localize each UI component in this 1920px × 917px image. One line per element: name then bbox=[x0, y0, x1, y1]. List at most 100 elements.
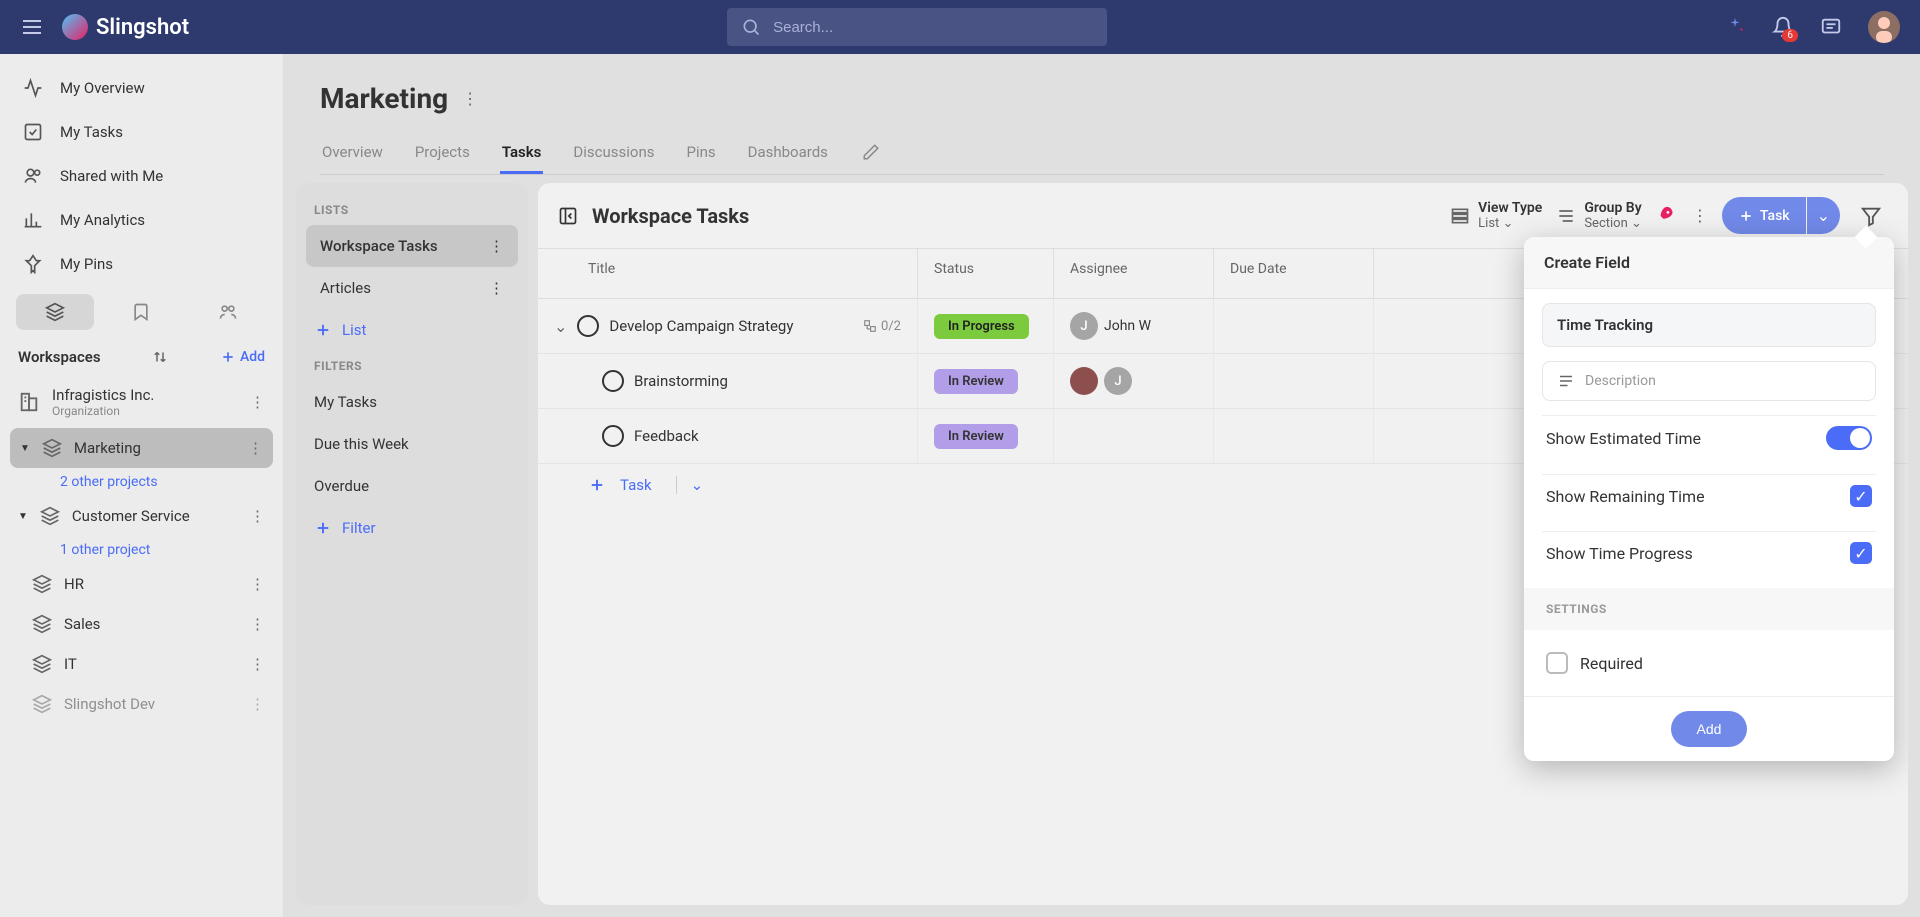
sidebar-view-toggle bbox=[0, 286, 283, 338]
pin-icon bbox=[22, 253, 44, 275]
sparkle-icon[interactable] bbox=[1724, 16, 1746, 38]
filter-due-this-week[interactable]: Due this Week bbox=[296, 423, 528, 465]
chevron-down-icon[interactable]: ⌄ bbox=[676, 476, 704, 494]
nav-pins[interactable]: My Pins bbox=[0, 242, 283, 286]
more-icon[interactable]: ⋮ bbox=[250, 393, 265, 411]
more-icon[interactable]: ⋮ bbox=[250, 507, 265, 525]
more-icon[interactable]: ⋮ bbox=[250, 655, 265, 673]
group-icon bbox=[1556, 206, 1576, 226]
checkbox-required[interactable] bbox=[1546, 652, 1568, 674]
chevron-down-icon: ⌄ bbox=[1503, 216, 1514, 231]
more-icon[interactable]: ⋮ bbox=[489, 279, 504, 297]
tab-discussions[interactable]: Discussions bbox=[571, 133, 656, 174]
sidebar: My Overview My Tasks Shared with Me My A… bbox=[0, 54, 284, 917]
ws-name: Customer Service bbox=[72, 507, 190, 525]
more-icon[interactable]: ⋮ bbox=[1692, 206, 1708, 225]
ws-name: HR bbox=[64, 575, 84, 593]
toggle-estimated[interactable] bbox=[1826, 426, 1872, 450]
ws-other-projects[interactable]: 1 other project bbox=[0, 536, 283, 564]
assignee[interactable]: J John W bbox=[1070, 312, 1151, 340]
assignee[interactable]: J bbox=[1070, 367, 1132, 395]
task-status-circle[interactable] bbox=[577, 315, 599, 337]
task-status-circle[interactable] bbox=[602, 370, 624, 392]
more-icon[interactable]: ⋮ bbox=[250, 695, 265, 713]
edit-tabs-icon[interactable] bbox=[858, 133, 884, 174]
workspace-org[interactable]: Infragistics Inc. Organization ⋮ bbox=[0, 376, 283, 428]
search-box[interactable] bbox=[727, 8, 1107, 46]
add-list-button[interactable]: List bbox=[296, 309, 528, 351]
layers-icon bbox=[32, 654, 52, 674]
workspace-customer-service[interactable]: ▼ Customer Service ⋮ bbox=[0, 496, 283, 536]
tab-dashboards[interactable]: Dashboards bbox=[746, 133, 830, 174]
col-title[interactable]: Title bbox=[538, 249, 918, 298]
caret-down-icon[interactable]: ▼ bbox=[20, 443, 30, 454]
filter-my-tasks[interactable]: My Tasks bbox=[296, 381, 528, 423]
list-workspace-tasks[interactable]: Workspace Tasks ⋮ bbox=[306, 225, 518, 267]
text-icon bbox=[1557, 372, 1575, 390]
col-assignee[interactable]: Assignee bbox=[1054, 249, 1214, 298]
view-bookmark-button[interactable] bbox=[102, 294, 180, 330]
task-name: Feedback bbox=[634, 427, 699, 445]
notifications-button[interactable]: 6 bbox=[1772, 16, 1794, 38]
ws-name: IT bbox=[64, 655, 77, 673]
chat-icon[interactable] bbox=[1820, 16, 1842, 38]
topbar: Slingshot 6 bbox=[0, 0, 1920, 54]
filter-icon[interactable] bbox=[1854, 199, 1888, 233]
checkbox-remaining[interactable]: ✓ bbox=[1850, 485, 1872, 507]
nav-shared[interactable]: Shared with Me bbox=[0, 154, 283, 198]
hamburger-icon[interactable] bbox=[20, 15, 44, 39]
add-field-button[interactable]: Add bbox=[1671, 711, 1748, 747]
status-pill[interactable]: In Progress bbox=[934, 314, 1029, 339]
view-people-button[interactable] bbox=[189, 294, 267, 330]
group-by-control[interactable]: Group By Section ⌄ bbox=[1556, 200, 1642, 231]
task-name: Develop Campaign Strategy bbox=[609, 317, 793, 335]
chevron-down-icon[interactable]: ⌄ bbox=[554, 317, 567, 336]
tab-overview[interactable]: Overview bbox=[320, 133, 385, 174]
field-name-input[interactable]: Time Tracking bbox=[1542, 303, 1876, 347]
sort-icon[interactable] bbox=[151, 348, 169, 366]
workspace-it[interactable]: IT ⋮ bbox=[0, 644, 283, 684]
field-description-input[interactable]: Description bbox=[1542, 361, 1876, 401]
avatar-icon: J bbox=[1104, 367, 1132, 395]
view-layers-button[interactable] bbox=[16, 294, 94, 330]
more-icon[interactable]: ⋮ bbox=[248, 439, 263, 457]
filter-overdue[interactable]: Overdue bbox=[296, 465, 528, 507]
nav-my-overview[interactable]: My Overview bbox=[0, 66, 283, 110]
nav-analytics[interactable]: My Analytics bbox=[0, 198, 283, 242]
list-articles[interactable]: Articles ⋮ bbox=[306, 267, 518, 309]
user-avatar[interactable] bbox=[1868, 11, 1900, 43]
page-more-icon[interactable]: ⋮ bbox=[462, 89, 478, 108]
ws-name: Sales bbox=[64, 615, 100, 633]
workspace-hr[interactable]: HR ⋮ bbox=[0, 564, 283, 604]
new-task-button[interactable]: Task bbox=[1722, 197, 1806, 234]
workspace-sales[interactable]: Sales ⋮ bbox=[0, 604, 283, 644]
new-task-dropdown[interactable]: ⌄ bbox=[1807, 197, 1840, 234]
search-input[interactable] bbox=[773, 19, 1093, 36]
rocket-icon[interactable] bbox=[1656, 205, 1678, 227]
status-pill[interactable]: In Review bbox=[934, 369, 1018, 394]
checkbox-progress[interactable]: ✓ bbox=[1850, 542, 1872, 564]
more-icon[interactable]: ⋮ bbox=[250, 615, 265, 633]
more-icon[interactable]: ⋮ bbox=[250, 575, 265, 593]
status-pill[interactable]: In Review bbox=[934, 424, 1018, 449]
workspace-marketing[interactable]: ▼ Marketing ⋮ bbox=[10, 428, 273, 468]
ws-name: Slingshot Dev bbox=[64, 695, 155, 713]
users-icon bbox=[22, 165, 44, 187]
collapse-icon[interactable] bbox=[558, 206, 578, 226]
add-workspace-button[interactable]: Add bbox=[220, 349, 265, 365]
more-icon[interactable]: ⋮ bbox=[489, 237, 504, 255]
tab-projects[interactable]: Projects bbox=[413, 133, 472, 174]
add-filter-button[interactable]: Filter bbox=[296, 507, 528, 549]
ws-other-projects[interactable]: 2 other projects bbox=[0, 468, 283, 496]
tab-pins[interactable]: Pins bbox=[684, 133, 717, 174]
col-due[interactable]: Due Date bbox=[1214, 249, 1374, 298]
col-status[interactable]: Status bbox=[918, 249, 1054, 298]
opt-time-progress: Show Time Progress ✓ bbox=[1542, 531, 1876, 574]
workspace-slingshot-dev[interactable]: Slingshot Dev ⋮ bbox=[0, 684, 283, 724]
caret-down-icon[interactable]: ▼ bbox=[18, 511, 28, 522]
nav-my-tasks[interactable]: My Tasks bbox=[0, 110, 283, 154]
app-logo[interactable]: Slingshot bbox=[62, 14, 189, 40]
tab-tasks[interactable]: Tasks bbox=[500, 133, 544, 174]
view-type-control[interactable]: View Type List ⌄ bbox=[1450, 200, 1542, 231]
task-status-circle[interactable] bbox=[602, 425, 624, 447]
